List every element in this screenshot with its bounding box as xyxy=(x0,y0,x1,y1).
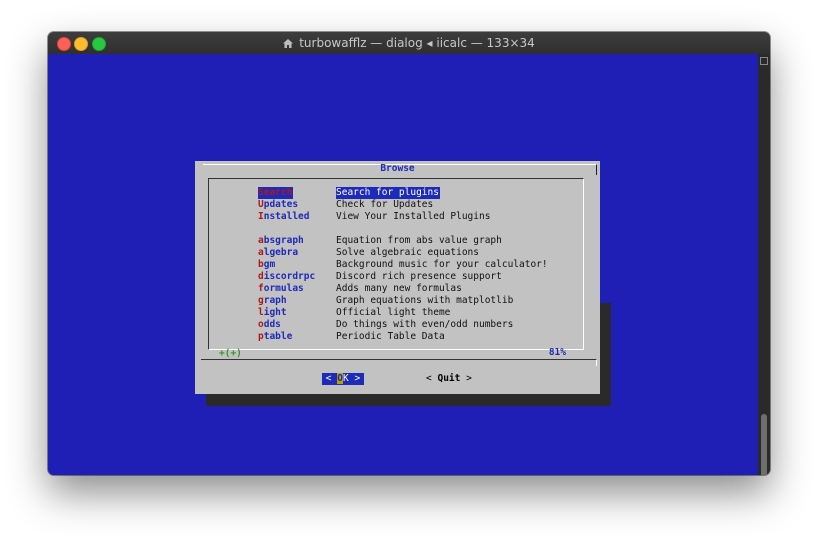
item-tag-rest: earch xyxy=(263,187,293,198)
item-tag-rest: pdates xyxy=(263,199,299,210)
item-tag: ptable xyxy=(258,331,292,343)
item-description: Do things with even/odd numbers xyxy=(336,319,514,330)
item-tag: Installed xyxy=(258,211,310,223)
ok-left-bracket: < xyxy=(325,373,332,384)
quit-label: Quit xyxy=(437,373,461,384)
scroll-more-indicator: +(+) xyxy=(219,348,242,359)
list-item[interactable]: absgraph Equation from abs value graph xyxy=(209,235,583,247)
item-description: Background music for your calculator! xyxy=(336,259,548,270)
item-tag: Updates xyxy=(258,199,298,211)
item-tag: Search xyxy=(258,187,294,199)
ok-label: K xyxy=(343,373,349,384)
dialog-title: Browse xyxy=(380,163,415,174)
list-item[interactable]: Updates Check for Updates xyxy=(209,199,583,211)
item-tag-rest: gm xyxy=(263,259,276,270)
item-tag: light xyxy=(258,307,287,319)
item-description: Periodic Table Data xyxy=(336,331,445,342)
item-tag: discordrpc xyxy=(258,271,315,283)
list-item[interactable]: Search Search for plugins xyxy=(209,187,583,199)
item-description: Adds many new formulas xyxy=(336,283,462,294)
menu-list[interactable]: Search Search for plugins Updates Check for… xyxy=(208,178,584,350)
scrollbar-top-icon xyxy=(760,57,768,65)
list-item[interactable]: odds Do things with even/odd numbers xyxy=(209,319,583,331)
item-tag-rest: ight xyxy=(263,307,287,318)
list-item[interactable]: discordrpc Discord rich presence support xyxy=(209,271,583,283)
list-item[interactable]: ptable Periodic Table Data xyxy=(209,331,583,343)
quit-right-bracket: > xyxy=(466,373,472,384)
item-tag: formulas xyxy=(258,283,304,295)
item-tag-rest: lgebra xyxy=(263,247,299,258)
item-description: Official light theme xyxy=(336,307,451,318)
list-item[interactable]: algebra Solve algebraic equations xyxy=(209,247,583,259)
item-tag-rest: table xyxy=(263,331,293,342)
item-description: Discord rich presence support xyxy=(336,271,502,282)
terminal-window: turbowafflz — dialog ◂ iicalc — 133×34 B… xyxy=(48,32,770,475)
title-bar[interactable]: turbowafflz — dialog ◂ iicalc — 133×34 xyxy=(48,32,770,55)
quit-button[interactable]: < Quit > xyxy=(426,373,472,385)
terminal-area[interactable]: Browse Search Search for plugins Updates Ch… xyxy=(48,54,758,475)
scrollbar-thumb[interactable] xyxy=(761,414,767,475)
list-item[interactable]: bgm Background music for your calculator! xyxy=(209,259,583,271)
button-separator xyxy=(201,359,597,366)
item-tag-rest: raph xyxy=(263,295,287,306)
item-description: Graph equations with matplotlib xyxy=(336,295,514,306)
item-tag: absgraph xyxy=(258,235,304,247)
scroll-percent: 81% xyxy=(548,347,566,358)
item-description: View Your Installed Plugins xyxy=(336,211,491,222)
window-title-text: turbowafflz — dialog ◂ iicalc — 133×34 xyxy=(299,36,535,50)
item-tag: algebra xyxy=(258,247,298,259)
list-item[interactable]: Installed View Your Installed Plugins xyxy=(209,211,583,223)
ok-button[interactable]: < OK > xyxy=(322,373,364,385)
item-description: Search for plugins xyxy=(336,187,440,199)
item-tag: graph xyxy=(258,295,287,307)
item-description: Equation from abs value graph xyxy=(336,235,502,246)
item-tag-rest: dds xyxy=(263,319,281,330)
list-item[interactable]: graph Graph equations with matplotlib xyxy=(209,295,583,307)
list-item[interactable]: formulas Adds many new formulas xyxy=(209,283,583,295)
ok-right-bracket: > xyxy=(354,373,361,384)
window-scrollbar[interactable] xyxy=(758,54,770,475)
browse-dialog: Browse Search Search for plugins Updates Ch… xyxy=(195,161,600,394)
item-description: Check for Updates xyxy=(336,199,434,210)
item-tag: bgm xyxy=(258,259,275,271)
list-item[interactable]: light Official light theme xyxy=(209,307,583,319)
item-tag-rest: ormulas xyxy=(263,283,304,294)
item-description: Solve algebraic equations xyxy=(336,247,479,258)
item-tag-rest: bsgraph xyxy=(263,235,304,246)
item-tag-rest: iscordrpc xyxy=(263,271,316,282)
item-tag: odds xyxy=(258,319,281,331)
quit-left-bracket: < xyxy=(426,373,432,384)
home-icon xyxy=(283,39,294,48)
window-title: turbowafflz — dialog ◂ iicalc — 133×34 xyxy=(48,32,770,54)
item-tag-rest: nstalled xyxy=(263,211,310,222)
